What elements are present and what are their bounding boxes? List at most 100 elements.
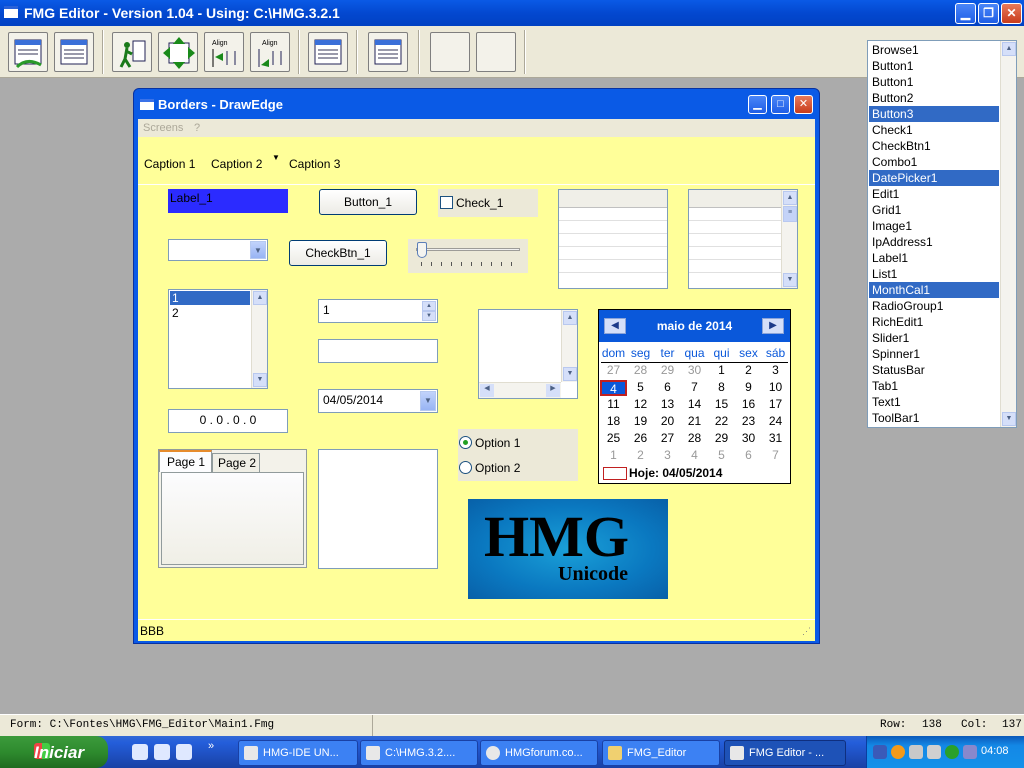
quicklaunch-more-icon[interactable]: » xyxy=(208,740,214,752)
controls-list-item[interactable]: Label1 xyxy=(869,250,999,266)
controls-list-item[interactable]: Spinner1 xyxy=(869,346,999,362)
calendar-day[interactable]: 5 xyxy=(627,380,654,396)
richedit-vscrollbar[interactable]: ▲ ▼ xyxy=(561,310,577,382)
scroll-up-icon[interactable]: ▲ xyxy=(783,191,797,205)
controls-list-item[interactable]: Button1 xyxy=(869,58,999,74)
form-window[interactable]: Borders - DrawEdge ▁ □ ✕ Screens ? Capti… xyxy=(133,88,820,644)
align-right-button[interactable]: Align xyxy=(250,32,290,72)
new-form-button[interactable] xyxy=(8,32,48,72)
calendar-day[interactable]: 2 xyxy=(735,363,762,379)
calendar-day[interactable]: 26 xyxy=(627,431,654,447)
form-close-button[interactable]: ✕ xyxy=(794,95,813,114)
calendar-day[interactable]: 28 xyxy=(681,431,708,447)
form-minimize-button[interactable]: ▁ xyxy=(748,95,767,114)
calendar-day[interactable]: 27 xyxy=(654,431,681,447)
calendar-day[interactable]: 1 xyxy=(708,363,735,379)
scroll-left-icon[interactable]: ◀ xyxy=(480,384,494,397)
calendar-day[interactable]: 3 xyxy=(762,363,789,379)
slider-1[interactable] xyxy=(408,239,528,273)
chevron-down-icon[interactable]: ▼ xyxy=(250,241,266,259)
network-icon[interactable] xyxy=(873,745,887,759)
task-fmg-editor[interactable]: FMG Editor - ... xyxy=(724,740,846,766)
calendar-day[interactable]: 30 xyxy=(735,431,762,447)
controls-list-item[interactable]: RichEdit1 xyxy=(869,314,999,330)
events-button[interactable] xyxy=(368,32,408,72)
toolbar-caption-2[interactable]: Caption 2 xyxy=(211,157,262,171)
calendar-next-icon[interactable]: ▶ xyxy=(762,318,784,334)
controls-list-item[interactable]: Button3 xyxy=(869,106,999,122)
search-icon[interactable] xyxy=(154,744,170,760)
edit-1[interactable] xyxy=(318,449,438,569)
calendar-day[interactable]: 7 xyxy=(762,448,789,464)
calendar-day[interactable]: 31 xyxy=(762,431,789,447)
calendar-day[interactable]: 29 xyxy=(654,363,681,379)
toolbar-caption-1[interactable]: Caption 1 xyxy=(144,157,195,171)
calendar-day[interactable]: 10 xyxy=(762,380,789,396)
blank-button-2[interactable] xyxy=(476,32,516,72)
align-left-button[interactable]: Align xyxy=(204,32,244,72)
calendar-day[interactable]: 13 xyxy=(654,397,681,413)
option-1-label[interactable]: Option 1 xyxy=(475,436,520,450)
button-1[interactable]: Button_1 xyxy=(319,189,417,215)
ie-icon[interactable] xyxy=(132,744,148,760)
radio-icon[interactable] xyxy=(459,461,472,474)
calendar-day[interactable]: 30 xyxy=(681,363,708,379)
controls-list-item[interactable]: DatePicker1 xyxy=(869,170,999,186)
calendar-day[interactable]: 15 xyxy=(708,397,735,413)
spinner-1[interactable]: 1 ▲ ▼ xyxy=(318,299,438,323)
ipaddress-1[interactable]: 0 . 0 . 0 . 0 xyxy=(168,409,288,433)
combo-1[interactable]: ▼ xyxy=(168,239,268,261)
scroll-down-icon[interactable]: ▼ xyxy=(1002,412,1016,426)
datepicker-1[interactable]: 04/05/2014 ▼ xyxy=(318,389,438,413)
controls-list-item[interactable]: IpAddress1 xyxy=(869,234,999,250)
calendar-day[interactable]: 16 xyxy=(735,397,762,413)
calendar-day[interactable]: 23 xyxy=(735,414,762,430)
check-1[interactable]: Check_1 xyxy=(438,189,538,217)
scroll-down-icon[interactable]: ▼ xyxy=(253,373,267,387)
calendar-day[interactable]: 29 xyxy=(708,431,735,447)
calendar-day[interactable]: 22 xyxy=(708,414,735,430)
richedit-1[interactable]: ▲ ▼ ◀ ▶ xyxy=(478,309,578,399)
calendar-day[interactable]: 18 xyxy=(600,414,627,430)
task-hmgforum[interactable]: HMGforum.co... xyxy=(480,740,598,766)
list-item[interactable]: 1 xyxy=(170,291,250,305)
controls-list-item[interactable]: Button2 xyxy=(869,90,999,106)
list-1[interactable]: 1 2 ▲ ▼ xyxy=(168,289,268,389)
minimize-button[interactable]: ▁ xyxy=(955,3,976,24)
toolbar-caption-3[interactable]: Caption 3 xyxy=(289,157,340,171)
controls-list-item[interactable]: ToolBar1 xyxy=(869,410,999,426)
blank-button-1[interactable] xyxy=(430,32,470,72)
controls-list-item[interactable]: StatusBar xyxy=(869,362,999,378)
tab-page-1[interactable]: Page 1 xyxy=(159,450,212,472)
controls-list-item[interactable]: Tab1 xyxy=(869,378,999,394)
spin-up-icon[interactable]: ▲ xyxy=(422,301,436,311)
richedit-hscrollbar[interactable]: ◀ ▶ xyxy=(479,382,561,398)
scroll-up-icon[interactable]: ▲ xyxy=(1002,42,1016,56)
calendar-day[interactable]: 3 xyxy=(654,448,681,464)
controls-list-item[interactable]: Edit1 xyxy=(869,186,999,202)
controls-list-item[interactable]: Check1 xyxy=(869,122,999,138)
scroll-right-icon[interactable]: ▶ xyxy=(546,384,560,397)
calendar-day[interactable]: 9 xyxy=(735,380,762,396)
controls-list-item[interactable]: RadioGroup1 xyxy=(869,298,999,314)
calendar-day[interactable]: 8 xyxy=(708,380,735,396)
option-2-label[interactable]: Option 2 xyxy=(475,461,520,475)
controls-list-scrollbar[interactable]: ▲ ▼ xyxy=(1000,41,1016,427)
controls-list-item[interactable]: CheckBtn1 xyxy=(869,138,999,154)
scroll-up-icon[interactable]: ▲ xyxy=(253,291,267,305)
calendar-day[interactable]: 24 xyxy=(762,414,789,430)
calendar-day[interactable]: 5 xyxy=(708,448,735,464)
slider-thumb[interactable] xyxy=(417,242,427,258)
calendar-day[interactable]: 6 xyxy=(654,380,681,396)
calendar-day[interactable]: 19 xyxy=(627,414,654,430)
text-1[interactable] xyxy=(318,339,438,363)
radio-selected-icon[interactable] xyxy=(459,436,472,449)
controls-list-item[interactable]: Text1 xyxy=(869,394,999,410)
calendar-day[interactable]: 20 xyxy=(654,414,681,430)
label-1[interactable]: Label_1 xyxy=(168,189,288,213)
calendar-day[interactable]: 28 xyxy=(627,363,654,379)
calendar-day[interactable]: 7 xyxy=(681,380,708,396)
controls-list-item[interactable]: Browse1 xyxy=(869,42,999,58)
close-button[interactable]: ✕ xyxy=(1001,3,1022,24)
scroll-thumb[interactable]: ≡ xyxy=(783,206,797,222)
